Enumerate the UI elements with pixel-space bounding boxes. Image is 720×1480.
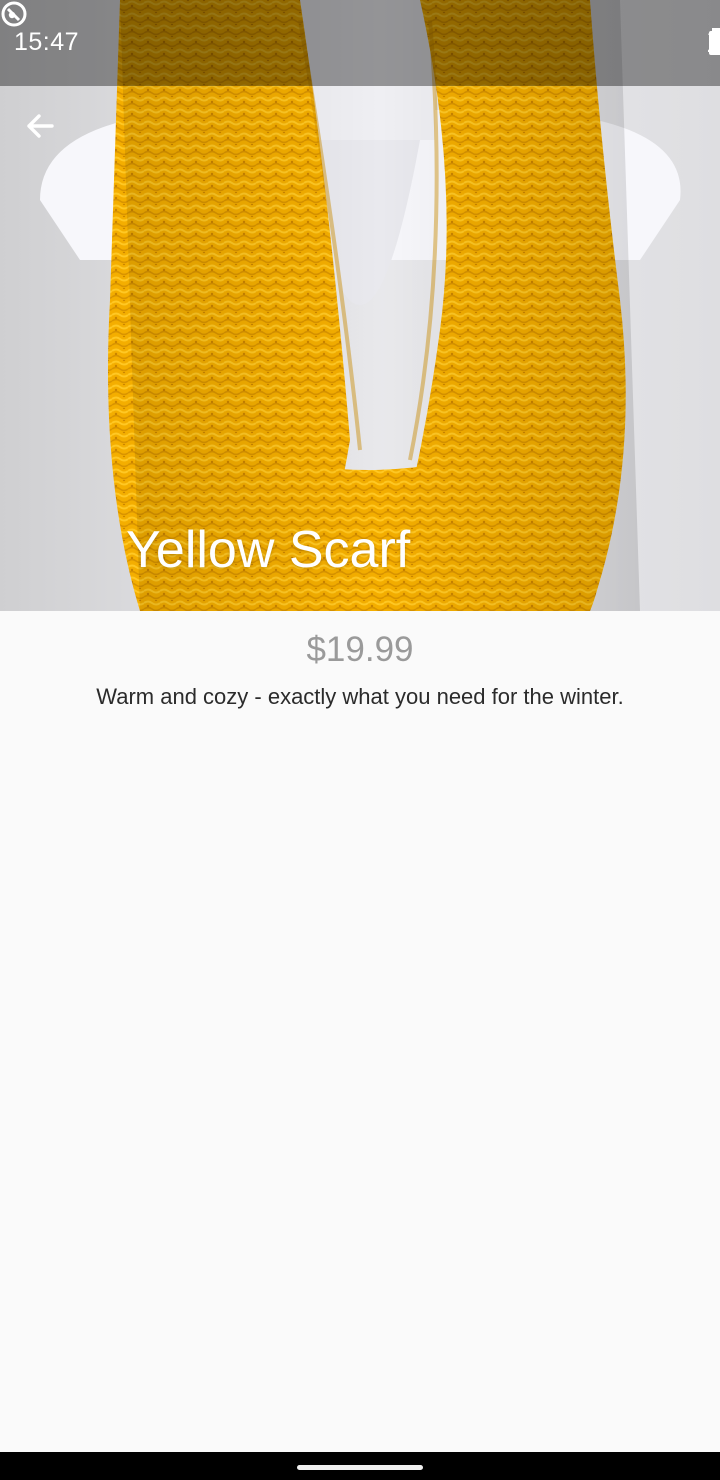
home-gesture-handle[interactable] [297,1465,423,1470]
product-title: Yellow Scarf [126,521,411,579]
battery-icon [709,28,720,55]
system-navigation-bar [0,1452,720,1480]
product-detail-screen: 15:47 Yellow Scarf $19.99 Warm and cozy … [0,0,720,1480]
app-notification-icon [1,1,27,27]
arrow-back-icon [27,114,54,138]
product-description: Warm and cozy - exactly what you need fo… [96,684,624,709]
back-button[interactable] [24,110,74,160]
product-image: 15:47 Yellow Scarf [0,0,720,611]
product-price: $19.99 [306,630,414,669]
status-time: 15:47 [14,28,80,56]
status-bar: 15:47 [0,0,720,86]
product-details: $19.99 Warm and cozy - exactly what you … [0,611,720,710]
